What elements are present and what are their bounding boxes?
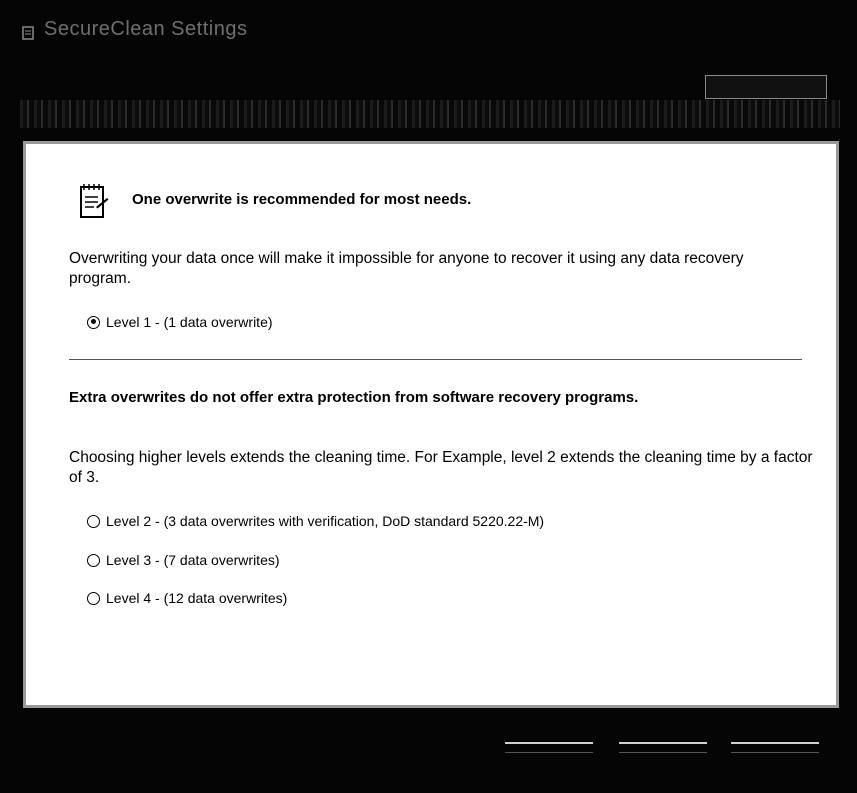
radio-button-checked[interactable]	[87, 315, 100, 329]
level-2-option[interactable]: Level 2 - (3 data overwrites with verifi…	[87, 511, 544, 531]
extra-description: Choosing higher levels extends the clean…	[69, 449, 813, 486]
ok-button[interactable]	[505, 742, 593, 753]
level-3-option[interactable]: Level 3 - (7 data overwrites)	[87, 550, 280, 570]
recommend-heading: One overwrite is recommended for most ne…	[132, 191, 472, 208]
radio-button[interactable]	[87, 553, 100, 567]
radio-button[interactable]	[87, 591, 100, 605]
window-title: SecureClean Settings	[44, 18, 248, 40]
settings-panel: One overwrite is recommended for most ne…	[23, 141, 839, 708]
title-bar: SecureClean Settings	[0, 0, 857, 62]
app-icon	[22, 26, 34, 40]
recommend-description: Overwriting your data once will make it …	[69, 250, 744, 287]
level-3-label: Level 3 - (7 data overwrites)	[106, 552, 280, 568]
level-4-label: Level 4 - (12 data overwrites)	[106, 590, 288, 606]
extra-heading: Extra overwrites do not offer extra prot…	[69, 389, 639, 406]
cancel-button[interactable]	[619, 742, 707, 753]
level-1-label: Level 1 - (1 data overwrite)	[106, 314, 273, 330]
help-button[interactable]	[705, 75, 827, 99]
settings-window: SecureClean Settings One overwrite is re…	[0, 0, 857, 793]
radio-button[interactable]	[87, 514, 100, 528]
level-4-option[interactable]: Level 4 - (12 data overwrites)	[87, 588, 287, 608]
header-decoration	[20, 100, 840, 128]
notepad-icon	[80, 184, 109, 218]
level-2-label: Level 2 - (3 data overwrites with verifi…	[106, 513, 545, 529]
section-divider	[69, 359, 802, 360]
apply-button[interactable]	[731, 742, 819, 753]
level-1-option[interactable]: Level 1 - (1 data overwrite)	[87, 312, 273, 332]
